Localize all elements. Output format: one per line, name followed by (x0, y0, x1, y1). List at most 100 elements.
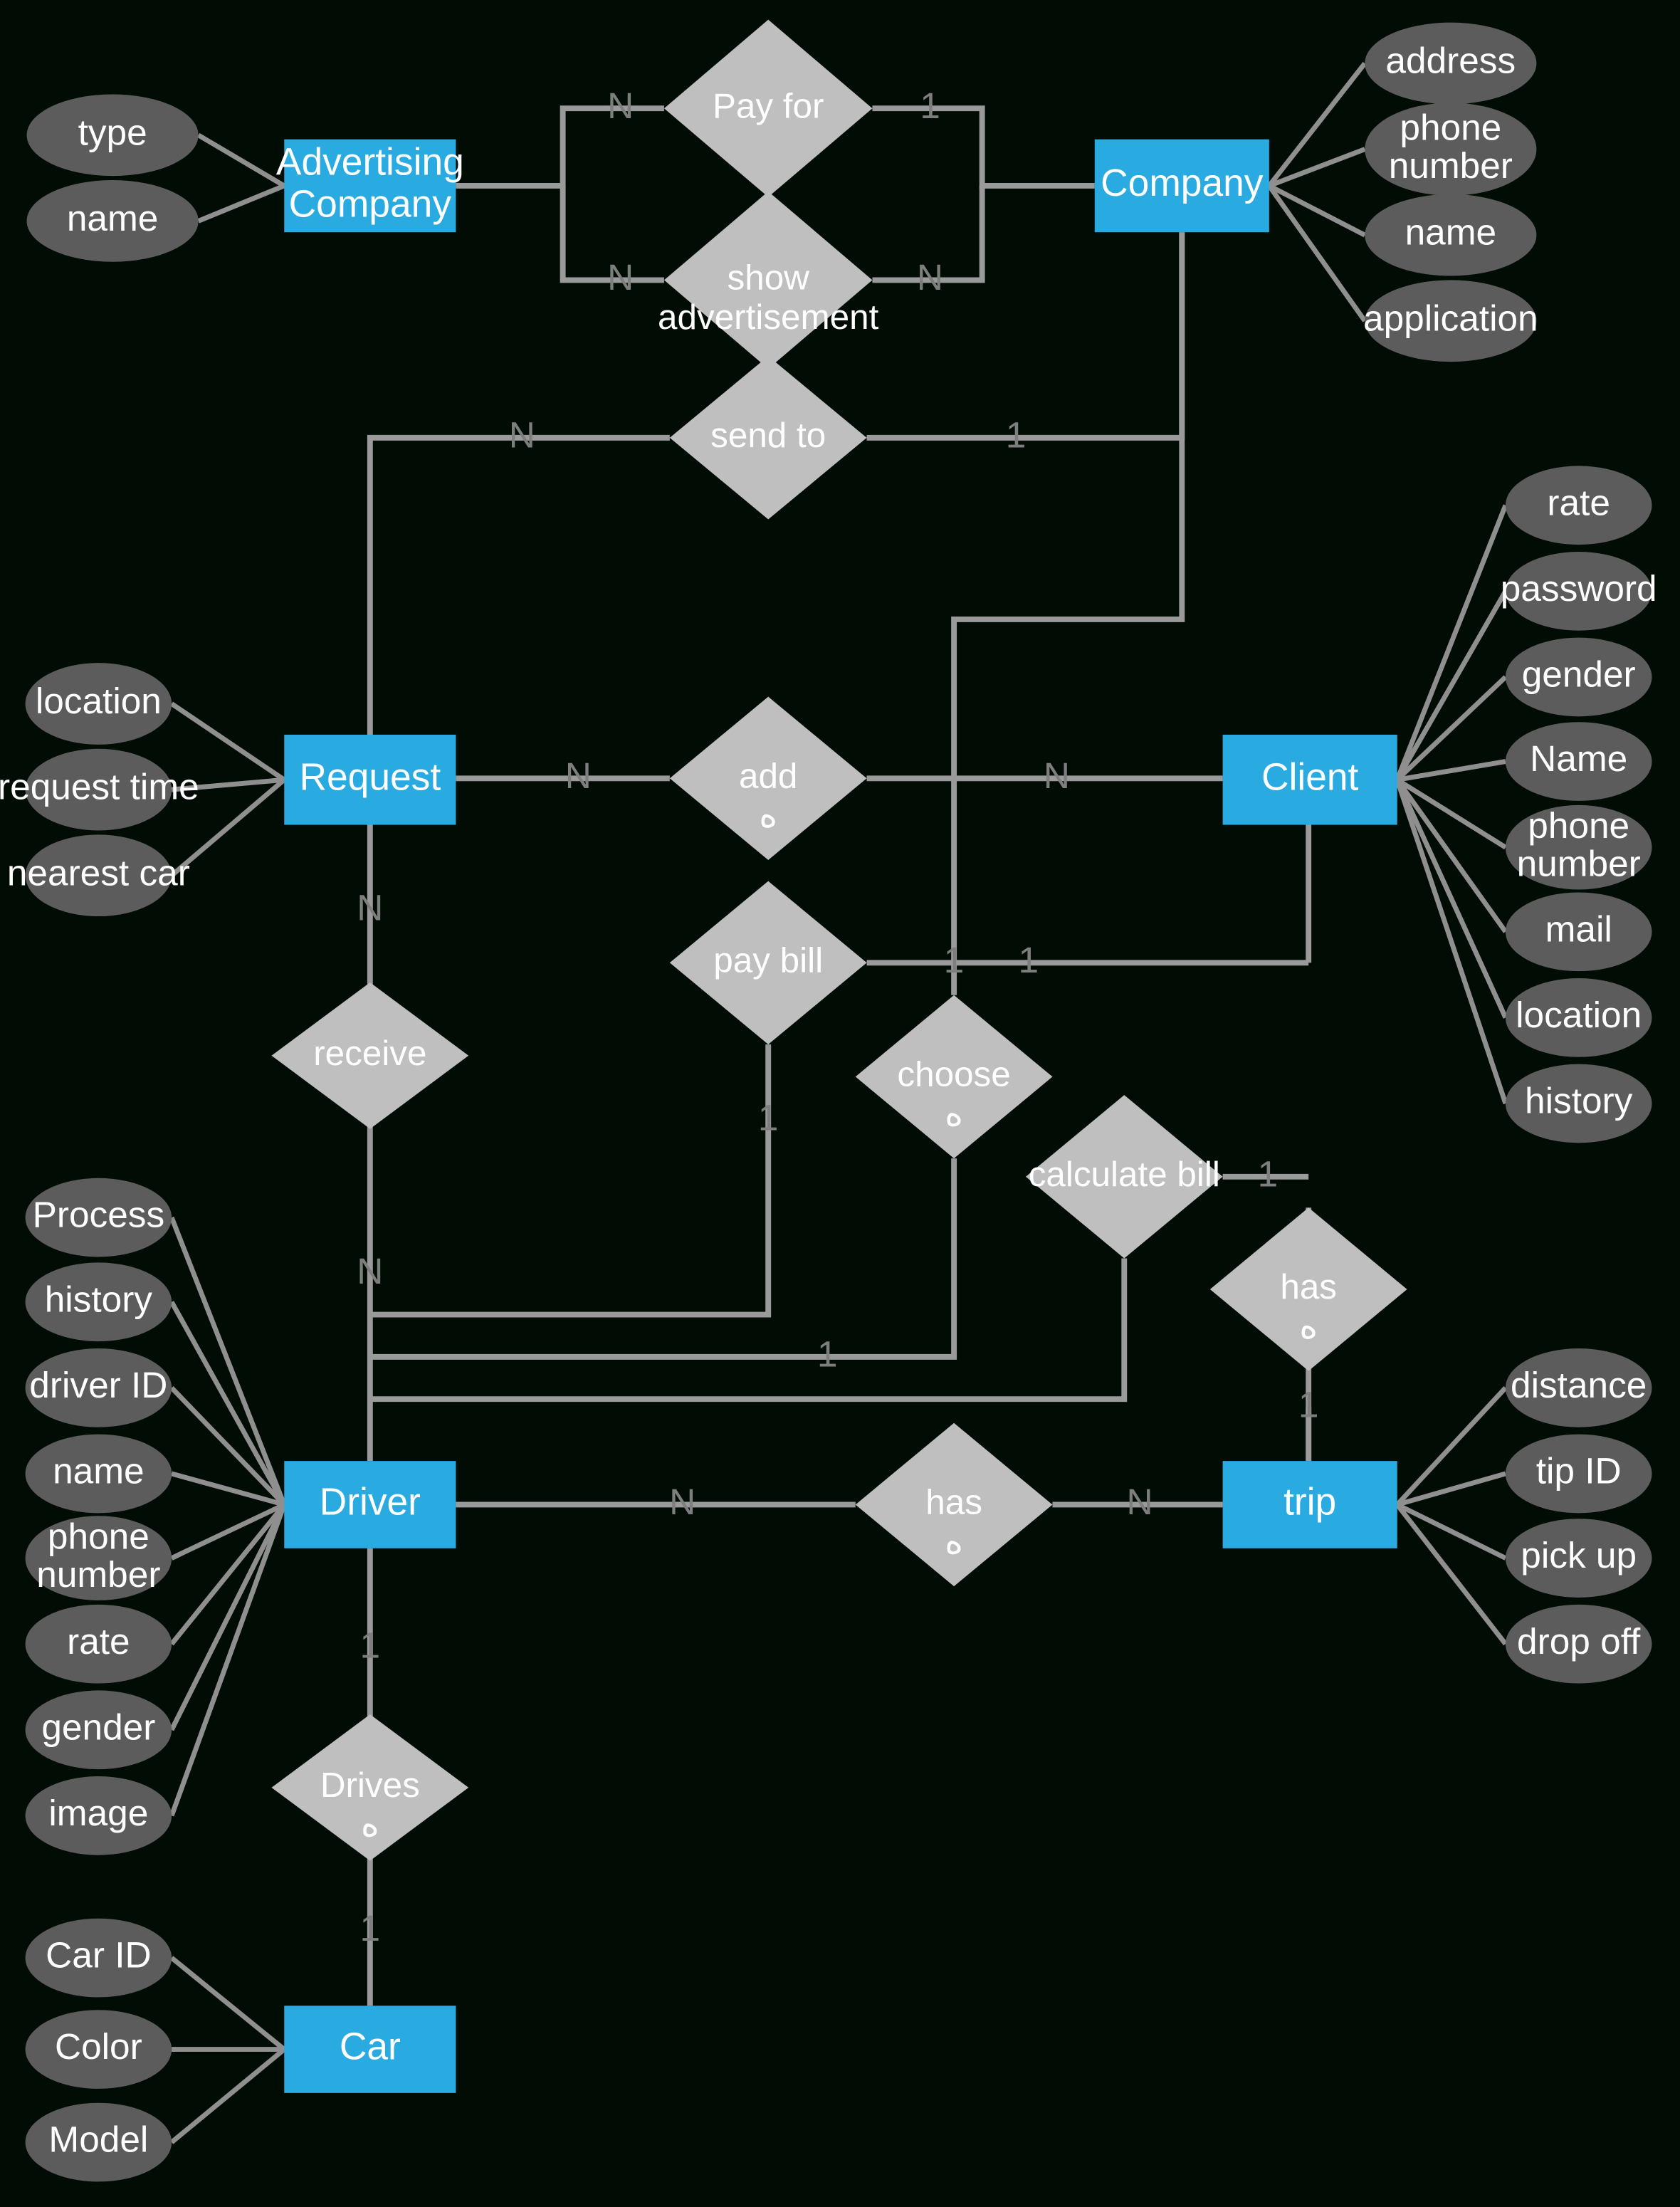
attribute-connector (1395, 778, 1508, 933)
cardinality-label: N (509, 414, 535, 455)
attribute-connector (1396, 1502, 1507, 1561)
relationship-label: show (728, 258, 810, 297)
relationship-label: send to (710, 416, 826, 455)
node-label: application (1363, 297, 1538, 338)
node-label: phone (1400, 106, 1501, 147)
cardinality-label: N (1044, 755, 1070, 796)
cardinality-label: N (917, 256, 943, 298)
attribute-connector (169, 1956, 286, 2052)
node-label: Car (340, 2026, 401, 2068)
node-label: gender (41, 1706, 155, 1747)
node-layer: AdvertisingCompanyCompanyRequest ClientDr… (0, 19, 1657, 2182)
node-label: rate (1547, 481, 1610, 523)
node-label: history (45, 1278, 153, 1319)
node-label: Car ID (46, 1934, 151, 1976)
cardinality-label: 1 (944, 939, 965, 980)
node-label: Driver (320, 1482, 421, 1524)
node-label: name (53, 1450, 144, 1492)
er-diagram-svg: AdvertisingCompanyCompanyRequest ClientDr… (0, 19, 1657, 2182)
node-label: Request (299, 756, 441, 798)
cardinality-label: N (357, 1250, 383, 1291)
cardinality-layer: N 1 N N N 1 N N N 1 1 1 1 N 1 1 N N 1 1 (357, 85, 1318, 1949)
node-label: pick up (1521, 1534, 1637, 1576)
relationship-label-secondary: ه (945, 1522, 963, 1561)
node-label: name (67, 197, 158, 238)
node-label: type (78, 111, 147, 152)
attribute-connector (1395, 1503, 1508, 1646)
node-label: trip (1283, 1482, 1336, 1524)
node-label: tip ID (1536, 1450, 1622, 1492)
node-label: number (1517, 842, 1641, 884)
node-label: drop off (1517, 1620, 1641, 1662)
edge-choose-driver (369, 1158, 957, 1360)
relationship-label: choose (897, 1054, 1010, 1094)
attribute-connector (1268, 183, 1366, 238)
cardinality-label: 1 (360, 1907, 381, 1949)
cardinality-label: 1 (360, 1625, 381, 1666)
node-label: phone (48, 1515, 149, 1556)
attribute-connector (169, 2047, 286, 2144)
relationship-label: Pay for (713, 86, 824, 125)
cardinality-label: N (607, 256, 634, 298)
node-label: Client (1261, 756, 1359, 798)
relationship-label-secondary: ه (1299, 1306, 1318, 1346)
cardinality-label: N (669, 1481, 695, 1522)
node-label: Company (1101, 162, 1264, 204)
node-label: request time (0, 766, 199, 807)
cardinality-label: 1 (1298, 1384, 1319, 1425)
relationship-label: pay bill (713, 940, 823, 980)
cardinality-label: N (565, 755, 592, 796)
relationship-label-secondary: advertisement (658, 298, 879, 337)
node-label: address (1385, 40, 1516, 81)
relationship-label-secondary: ه (361, 1805, 379, 1844)
node-label: rate (67, 1620, 130, 1662)
node-label: gender (1522, 654, 1636, 695)
edge-calcbill-driver (369, 1258, 1128, 1403)
attribute-connector (1395, 589, 1508, 782)
edge-company-paybill-route (951, 232, 1185, 963)
node-label: password (1501, 567, 1657, 609)
relationship-label-secondary: ه (945, 1094, 963, 1133)
node-label: location (1516, 994, 1642, 1035)
node-label: location (36, 680, 162, 721)
edge-sendto-request (367, 434, 670, 735)
cardinality-label: N (1126, 1481, 1153, 1522)
relationship-label: has (925, 1482, 982, 1521)
node-label: number (1389, 145, 1513, 186)
relationship-label: Drives (320, 1766, 420, 1805)
edge-paybill-driver (369, 1044, 772, 1318)
cardinality-label: 1 (1019, 939, 1039, 980)
relationship-label: has (1280, 1267, 1337, 1306)
node-label: distance (1511, 1364, 1647, 1405)
cardinality-label: 1 (817, 1333, 838, 1374)
node-label: Model (48, 2119, 148, 2160)
relationship-label: receive (313, 1034, 426, 1073)
cardinality-label: N (357, 887, 383, 928)
cardinality-label: 1 (1258, 1153, 1279, 1194)
attribute-connector (169, 1503, 287, 1731)
node-label: phone (1528, 804, 1629, 846)
attribute-connector (169, 1503, 286, 1646)
node-label: Advertising (276, 141, 464, 183)
node-label: name (1405, 211, 1496, 253)
node-label: nearest car (7, 851, 190, 893)
node-label: Name (1530, 738, 1627, 779)
edge-company-sendto (866, 232, 1185, 441)
cardinality-label: N (607, 85, 634, 126)
node-label: driver ID (29, 1364, 167, 1405)
node-label: Process (33, 1194, 165, 1235)
attribute-connector (197, 183, 285, 224)
er-diagram-canvas: Advertising Company Company Request Client Dr… (0, 0, 1680, 2207)
attribute-connector (1267, 184, 1367, 323)
attribute-connector (1395, 779, 1508, 1105)
attribute-connector (169, 1216, 287, 1506)
attribute-connector (196, 132, 286, 188)
node-label: number (36, 1553, 160, 1595)
relationship-label: calculate bill (1029, 1155, 1220, 1194)
node-label: Color (55, 2025, 142, 2067)
node-label: history (1525, 1080, 1633, 1121)
attribute-connector (1395, 504, 1508, 781)
cardinality-label: 1 (920, 85, 940, 126)
relationship-label: add (739, 756, 797, 795)
node-label: mail (1545, 908, 1612, 949)
